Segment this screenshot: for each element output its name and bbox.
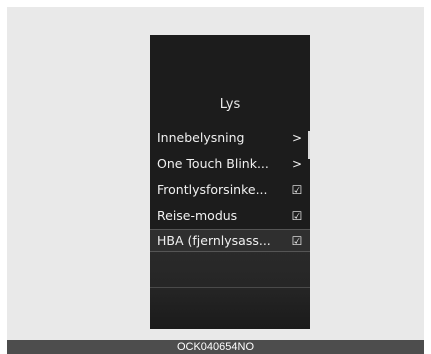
menu-item-label: Frontlysforsinke... [157,182,268,197]
display-divider [150,287,310,288]
menu-title: Lys [219,97,241,112]
menu-item-label: One Touch Blink... [157,156,269,171]
menu-item-label: Innebelysning [157,130,245,145]
scroll-indicator [308,131,310,159]
checkbox-checked-icon[interactable]: ☑ [290,209,304,223]
checkbox-checked-icon[interactable]: ☑ [290,183,304,197]
chevron-right-icon: > [291,130,303,145]
menu-item-one-touch-blink[interactable]: One Touch Blink... > [150,152,310,175]
figure-caption: OCK040654NO [7,340,424,354]
menu-item-innebelysning[interactable]: Innebelysning > [150,126,310,149]
menu-item-reise-modus[interactable]: Reise-modus ☑ [150,204,310,227]
checkbox-checked-icon[interactable]: ☑ [290,234,304,248]
menu-item-label: Reise-modus [157,208,238,223]
menu-item-hba[interactable]: HBA (fjernlysass... ☑ [150,229,310,252]
chevron-right-icon: > [291,156,303,171]
menu-item-frontlysforsinkelse[interactable]: Frontlysforsinke... ☑ [150,178,310,201]
cluster-display: Lys Innebelysning > One Touch Blink... >… [150,35,310,329]
figure-frame: Lys Innebelysning > One Touch Blink... >… [7,7,424,340]
menu-item-label: HBA (fjernlysass... [157,233,271,248]
